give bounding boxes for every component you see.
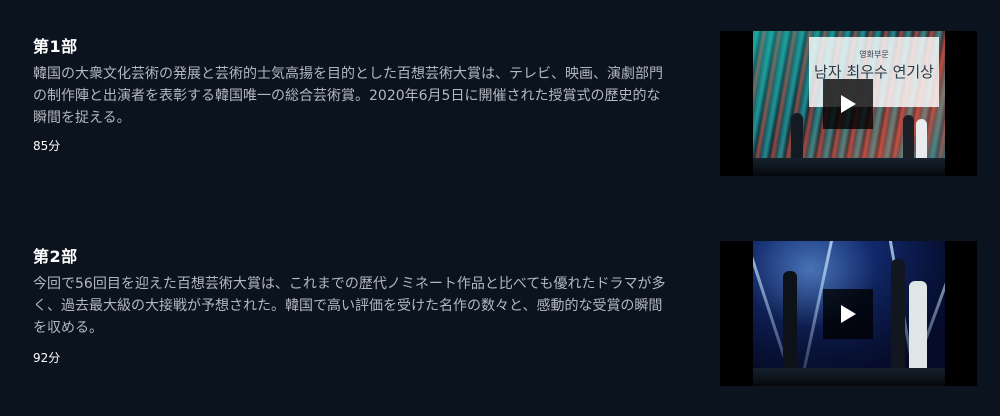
presenter-figure <box>903 115 914 161</box>
play-icon <box>841 305 856 323</box>
play-button[interactable] <box>823 79 873 129</box>
episode-duration: 85分 <box>33 139 61 153</box>
play-button[interactable] <box>823 289 873 339</box>
episode-duration: 92分 <box>33 351 61 365</box>
presenter-figure <box>891 259 905 371</box>
banner-category-text: 영화부문 <box>859 50 889 59</box>
episode-thumbnail[interactable]: 영화부문 남자 최우수 연기상 <box>720 31 977 176</box>
stage-floor <box>753 368 945 386</box>
episode-description: 韓国の大衆文化芸術の発展と芸術的士気高揚を目的とした百想芸術大賞は、テレビ、映画… <box>33 66 663 126</box>
stage-light-beam <box>753 241 805 386</box>
play-icon <box>841 95 856 113</box>
presenter-figure <box>783 271 797 371</box>
presenter-figure <box>909 281 927 373</box>
stage-floor <box>753 158 945 176</box>
presenter-figure <box>916 119 927 161</box>
episode-description: 今回で56回目を迎えた百想芸術大賞は、これまでの歴代ノミネート作品と比べても優れ… <box>33 276 666 336</box>
episode-title: 第1部 <box>33 37 78 56</box>
episode-title: 第2部 <box>33 247 78 266</box>
episode-thumbnail[interactable] <box>720 241 977 386</box>
presenter-figure <box>791 113 803 161</box>
